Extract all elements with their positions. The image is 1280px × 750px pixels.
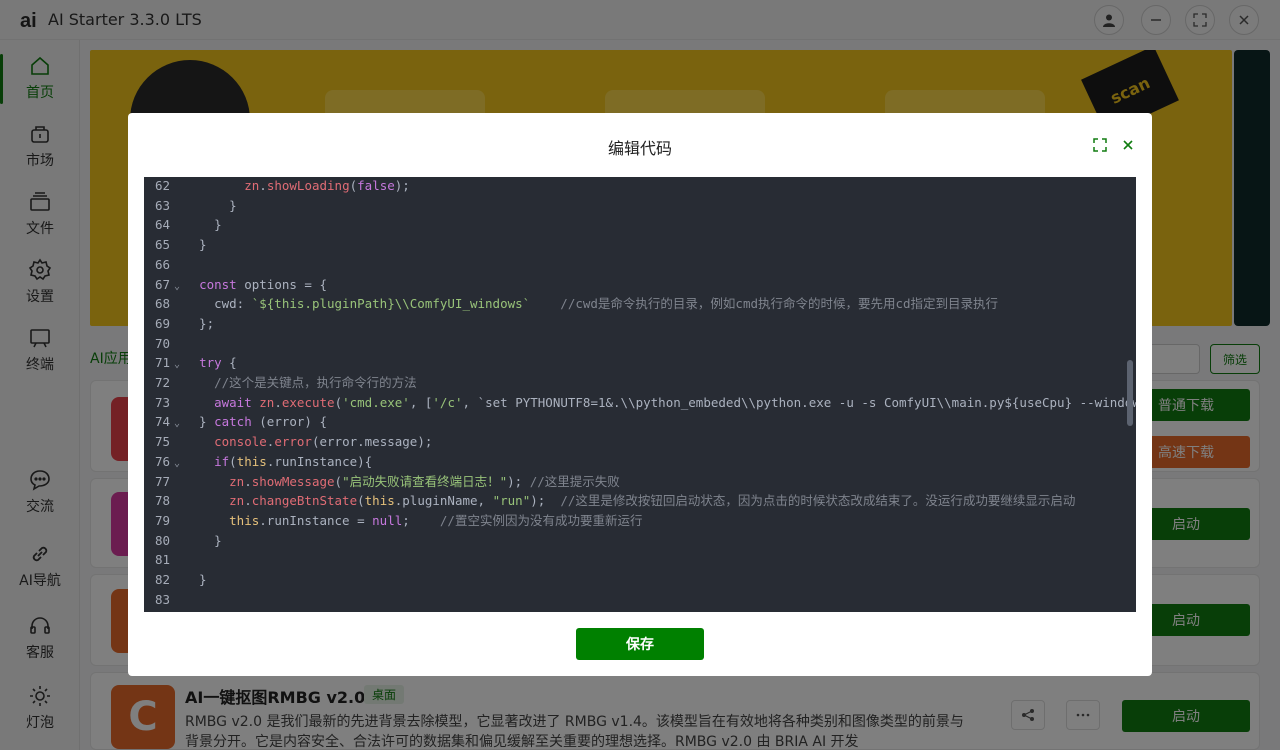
line-number: 72 [154,375,170,390]
line-number: 68 [154,296,170,312]
code-line: 83 [144,590,1136,610]
line-number: 63 [154,197,170,213]
dialog-title: 编辑代码 [607,139,672,158]
line-number: 67 [154,276,170,292]
line-text: cwd: `${this.pluginPath}\\ComfyUI_window… [184,296,999,312]
line-text: //这个是关键点，执行命令行的方法 [214,375,417,390]
code-line: 68 cwd: `${this.pluginPath}\\ComfyUI_win… [144,294,1136,314]
line-number: 81 [154,552,170,568]
code-line: 67 ⌄ const options = { [144,275,1136,295]
line-text: zn.changeBtnState(this.pluginName, "run"… [229,493,1076,509]
line-text: this.runInstance = null; //置空实例因为没有成功要重新… [229,512,643,528]
code-line: 64 } [144,215,1136,235]
code-line: 69 }; [144,314,1136,334]
code-line: 80 } [144,531,1136,551]
line-number: 75 [154,434,170,450]
line-number: 79 [154,512,170,528]
line-text: zn.showLoading(false); [244,178,410,193]
line-text: } [184,237,207,253]
line-text: if(this.runInstance){ [214,453,373,469]
line-number: 65 [154,237,170,253]
code-line: 79 this.runInstance = null; //置空实例因为没有成功… [144,511,1136,531]
line-number: 64 [154,217,170,233]
line-text: } [184,532,222,548]
line-number: 73 [154,394,170,410]
line-number: 76 [154,453,170,469]
code-line: 76 ⌄ if(this.runInstance){ [144,452,1136,472]
line-text: zn.showMessage("启动失败请查看终端日志！"); //这里提示失败 [229,473,620,489]
save-button[interactable]: 保存 [576,628,704,660]
code-line: 78 zn.changeBtnState(this.pluginName, "r… [144,491,1136,511]
line-number: 74 [154,414,170,430]
line-number: 62 [154,178,170,193]
line-number: 66 [154,256,170,272]
code-line: 82 } [144,570,1136,590]
line-number: 80 [154,532,170,548]
edit-code-dialog: 编辑代码 62 zn.showLoading(false); 63 } 64 } 65… [128,113,1152,676]
close-icon[interactable] [1120,137,1136,153]
line-text: const options = { [199,276,328,292]
editor-scrollbar[interactable] [1127,360,1133,426]
line-text: try { [199,355,237,371]
line-text: } [184,572,207,587]
code-line: 75 console.error(error.message); [144,432,1136,452]
code-line: 70 [144,334,1136,354]
code-line: 74 ⌄ } catch (error) { [144,412,1136,432]
code-line: 71 ⌄ try { [144,353,1136,373]
line-number: 77 [154,473,170,489]
line-number: 78 [154,493,170,509]
line-number: 82 [154,572,170,587]
line-text: console.error(error.message); [214,434,433,450]
fullscreen-icon[interactable] [1092,137,1108,153]
code-line: 72 //这个是关键点，执行命令行的方法 [144,373,1136,393]
code-line: 62 zn.showLoading(false); [144,177,1136,196]
code-line: 77 zn.showMessage("启动失败请查看终端日志！"); //这里提… [144,472,1136,492]
line-text: await zn.execute('cmd.exe', ['/c', `set … [214,394,1136,410]
line-text: } [184,217,222,233]
code-line: 81 [144,550,1136,570]
line-number: 70 [154,335,170,351]
code-line: 65 } [144,235,1136,255]
line-text: } [184,197,237,213]
line-number: 69 [154,315,170,331]
code-editor[interactable]: 62 zn.showLoading(false); 63 } 64 } 65 } 66 6… [144,177,1136,612]
line-text: } catch (error) { [184,414,328,430]
code-line: 66 [144,255,1136,275]
line-number: 71 [154,355,170,371]
line-text: }; [184,315,215,331]
code-line: 73 await zn.execute('cmd.exe', ['/c', `s… [144,393,1136,413]
code-line: 63 } [144,196,1136,216]
line-number: 83 [154,591,170,607]
